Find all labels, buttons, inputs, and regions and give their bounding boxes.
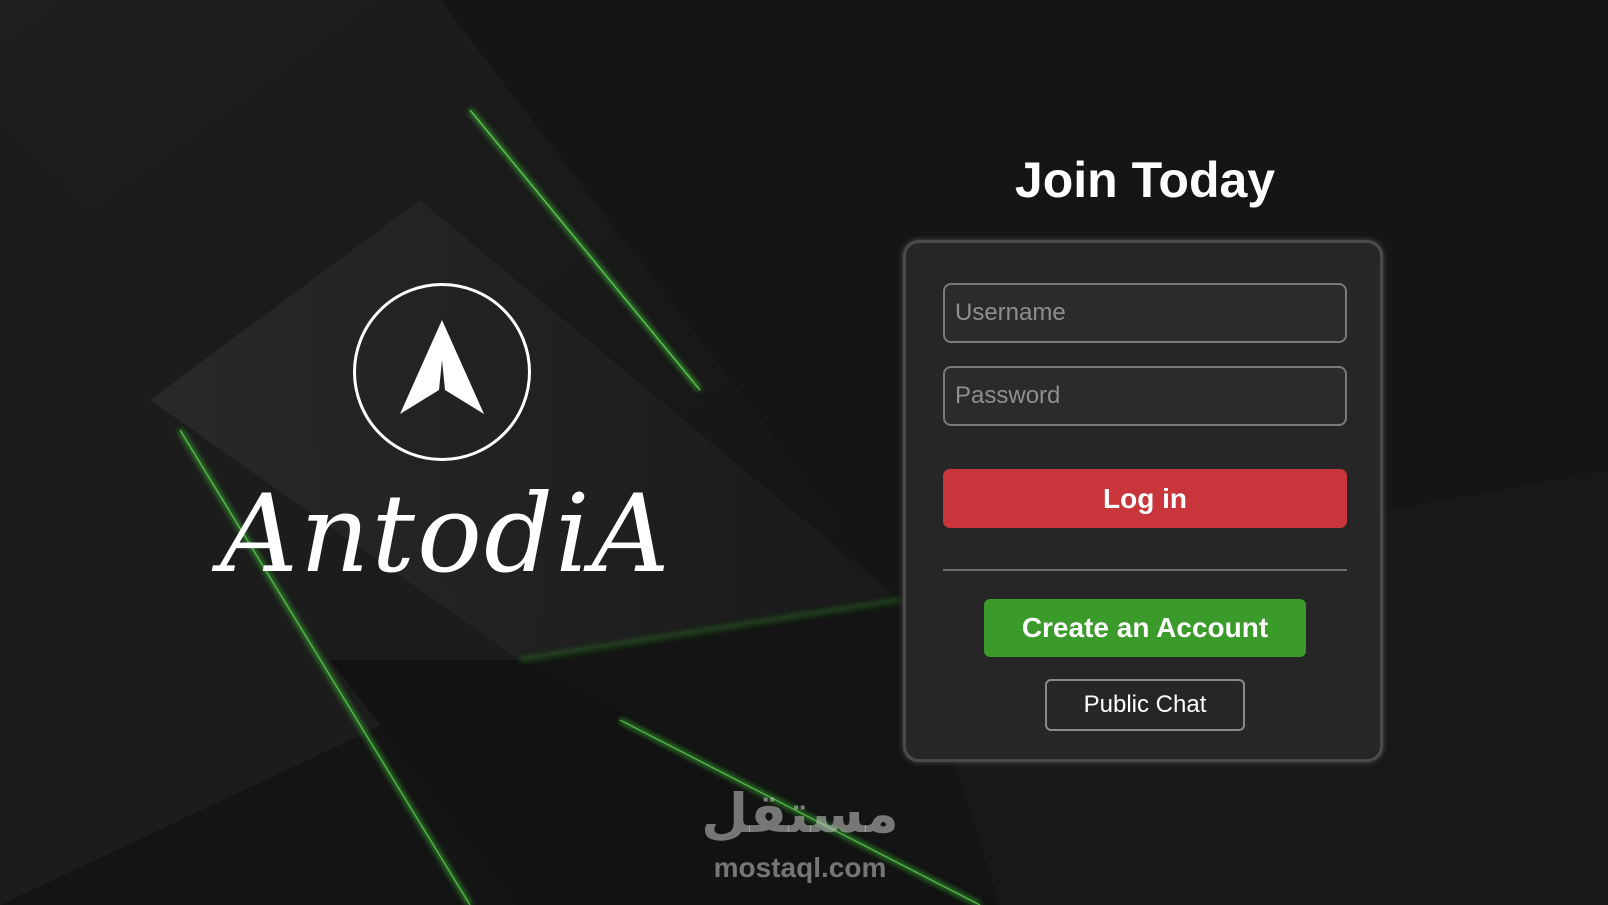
logo-badge xyxy=(353,283,531,461)
arrowhead-icon xyxy=(400,320,484,414)
watermark-latin: mostaql.com xyxy=(713,852,887,883)
create-account-button[interactable]: Create an Account xyxy=(984,599,1306,657)
login-card: Log in Create an Account Public Chat xyxy=(903,240,1383,762)
login-button[interactable]: Log in xyxy=(943,469,1347,528)
divider xyxy=(943,569,1347,571)
watermark-arabic: مستقل xyxy=(701,782,899,845)
page-title: Join Today xyxy=(1014,152,1276,208)
brand-name: AntodiA xyxy=(220,472,672,597)
password-input[interactable] xyxy=(943,366,1347,426)
username-input[interactable] xyxy=(943,283,1347,343)
login-screen: AntodiA Join Today Log in Create an Acco… xyxy=(0,0,1608,905)
public-chat-button[interactable]: Public Chat xyxy=(1045,679,1245,731)
